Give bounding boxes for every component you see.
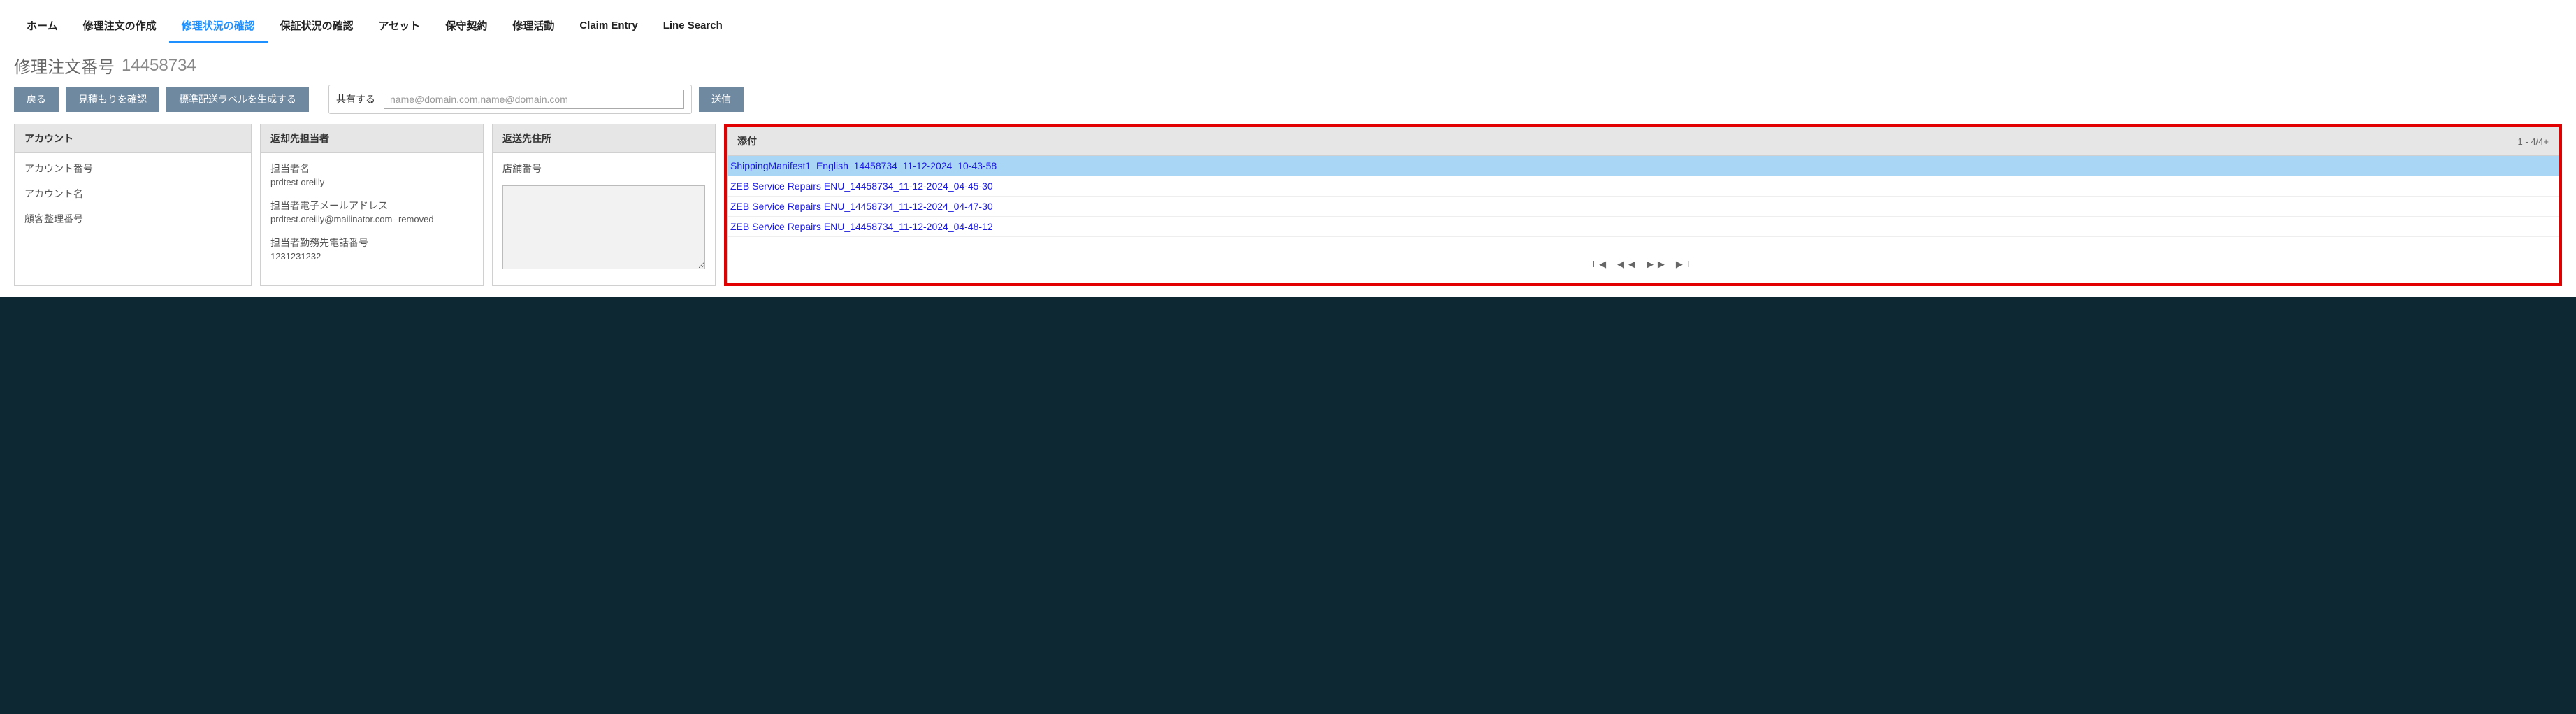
pager-first-icon[interactable]: I◀ xyxy=(1593,259,1611,269)
pager-next-icon[interactable]: ▶▶ xyxy=(1647,259,1669,269)
contact-panel: 返却先担当者 担当者名 prdtest oreilly 担当者電子メールアドレス… xyxy=(260,124,484,286)
tab-repair-status[interactable]: 修理状況の確認 xyxy=(169,11,268,43)
account-number-label: アカウント番号 xyxy=(24,162,241,176)
ship-panel-header: 返送先住所 xyxy=(493,124,715,153)
contact-name-label: 担当者名 xyxy=(270,162,473,176)
attachments-panel: 添付 1 - 4/4+ ShippingManifest1_English_14… xyxy=(727,127,2559,283)
contact-phone-value: 1231231232 xyxy=(270,251,473,262)
back-button[interactable]: 戻る xyxy=(14,87,59,112)
contact-name-value: prdtest oreilly xyxy=(270,177,473,187)
attachment-empty-row xyxy=(728,237,2559,252)
tab-home[interactable]: ホーム xyxy=(14,11,71,43)
attachments-panel-title: 添付 xyxy=(737,134,757,148)
customer-ref-label: 顧客整理番号 xyxy=(24,212,241,226)
generate-label-button[interactable]: 標準配送ラベルを生成する xyxy=(166,87,309,112)
view-quote-button[interactable]: 見積もりを確認 xyxy=(66,87,159,112)
contact-email-value: prdtest.oreilly@mailinator.com--removed xyxy=(270,214,473,224)
share-email-input[interactable] xyxy=(384,90,684,109)
attachments-count: 1 - 4/4+ xyxy=(2518,136,2549,147)
account-panel: アカウント アカウント番号 アカウント名 顧客整理番号 xyxy=(14,124,252,286)
contact-email-label: 担当者電子メールアドレス xyxy=(270,199,473,213)
attachment-link[interactable]: ZEB Service Repairs ENU_14458734_11-12-2… xyxy=(728,217,2559,237)
tab-warranty-status[interactable]: 保証状況の確認 xyxy=(268,11,366,43)
pager-last-icon[interactable]: ▶I xyxy=(1676,259,1694,269)
attachments-highlight: 添付 1 - 4/4+ ShippingManifest1_English_14… xyxy=(724,124,2562,286)
account-panel-header: アカウント xyxy=(15,124,251,153)
attachment-link[interactable]: ZEB Service Repairs ENU_14458734_11-12-2… xyxy=(728,197,2559,217)
tab-line-search[interactable]: Line Search xyxy=(651,13,735,41)
main-tabs: ホーム 修理注文の作成 修理状況の確認 保証状況の確認 アセット 保守契約 修理… xyxy=(0,6,2576,43)
account-name-label: アカウント名 xyxy=(24,187,241,201)
tab-asset[interactable]: アセット xyxy=(366,11,433,43)
tab-activity[interactable]: 修理活動 xyxy=(500,11,567,43)
share-box: 共有する xyxy=(328,85,692,114)
ship-address-textarea[interactable] xyxy=(502,185,705,269)
attachment-link[interactable]: ShippingManifest1_English_14458734_11-12… xyxy=(728,156,2559,176)
contact-phone-label: 担当者勤務先電話番号 xyxy=(270,236,473,250)
attachment-link[interactable]: ZEB Service Repairs ENU_14458734_11-12-2… xyxy=(728,176,2559,197)
share-label: 共有する xyxy=(336,92,375,106)
attachments-pager: I◀ ◀◀ ▶▶ ▶I xyxy=(728,252,2559,276)
contact-panel-header: 返却先担当者 xyxy=(261,124,483,153)
tab-create-order[interactable]: 修理注文の作成 xyxy=(71,11,169,43)
tab-claim-entry[interactable]: Claim Entry xyxy=(567,13,650,41)
order-number: 14458734 xyxy=(122,56,196,76)
store-number-label: 店舗番号 xyxy=(502,162,705,176)
ship-panel: 返送先住所 店舗番号 xyxy=(492,124,716,286)
tab-contract[interactable]: 保守契約 xyxy=(433,11,500,43)
send-button[interactable]: 送信 xyxy=(699,87,744,112)
pager-prev-icon[interactable]: ◀◀ xyxy=(1617,259,1640,269)
page-title-label: 修理注文番号 xyxy=(14,53,115,78)
